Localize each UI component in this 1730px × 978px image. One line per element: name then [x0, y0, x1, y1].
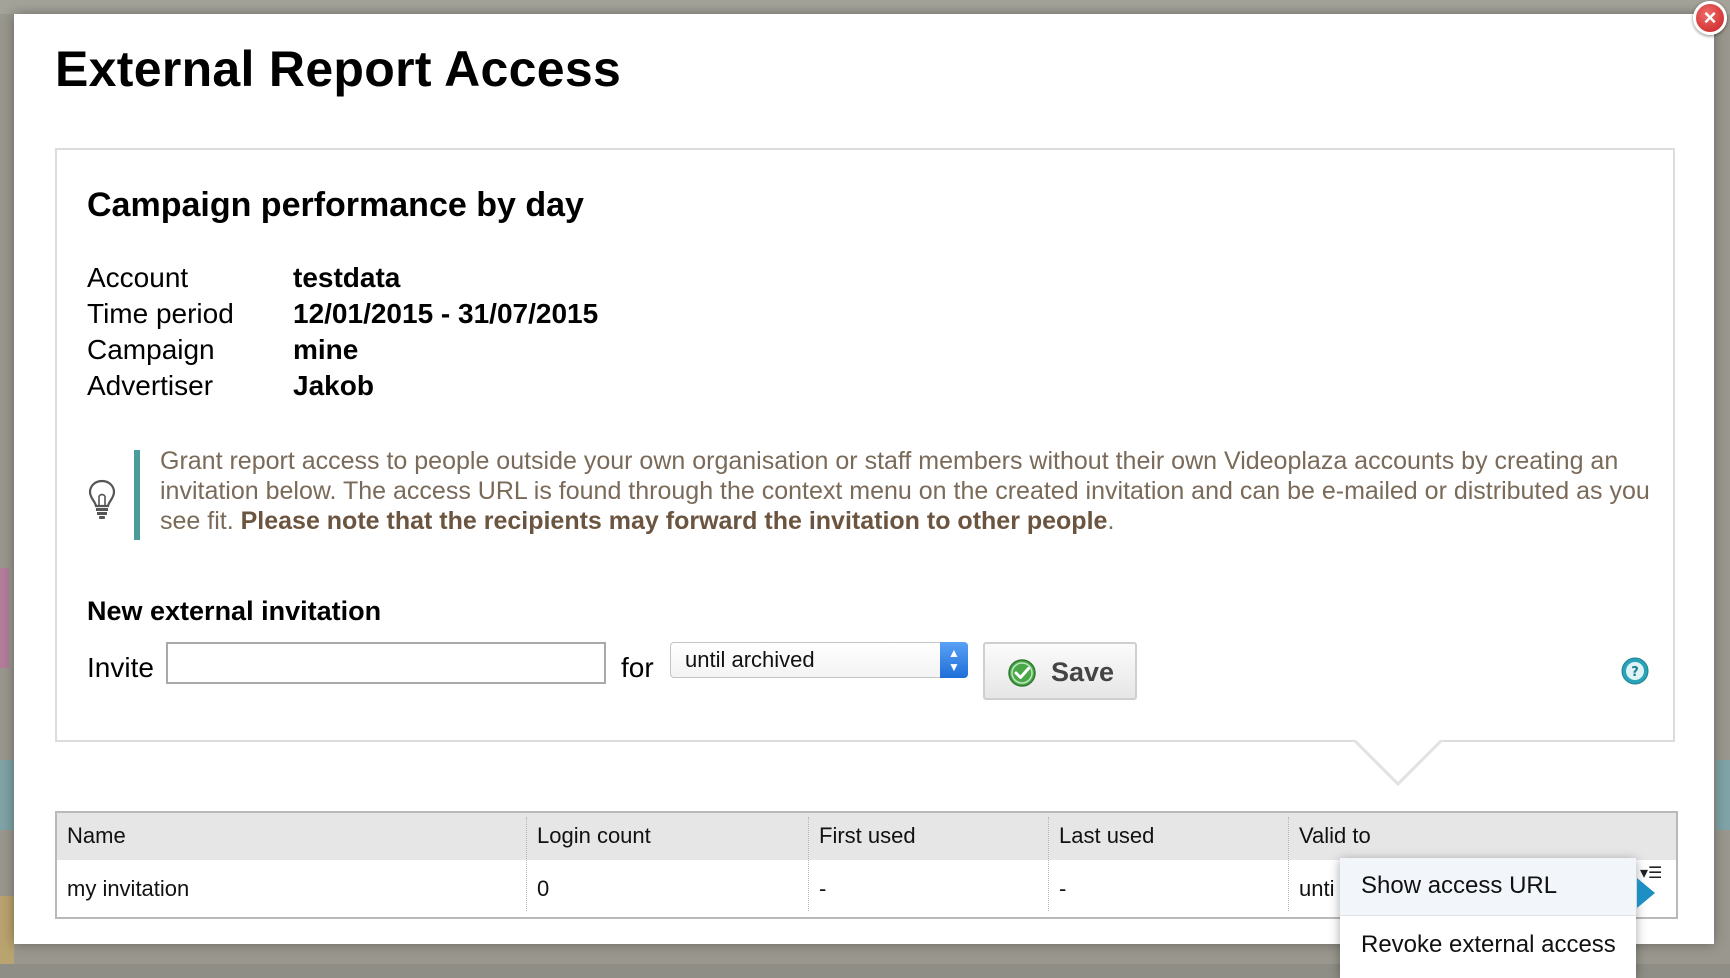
context-menu: Show access URL Revoke external access: [1340, 858, 1636, 978]
help-icon[interactable]: ?: [1620, 656, 1650, 686]
info-emphasis: Please note that the recipients may forw…: [241, 507, 1108, 535]
meta-label: Advertiser: [87, 368, 293, 404]
cell-last-used: -: [1049, 860, 1287, 917]
menu-item-show-access-url[interactable]: Show access URL: [1340, 858, 1636, 916]
background-strip: [0, 0, 1730, 14]
save-label: Save: [1051, 657, 1114, 688]
lightbulb-icon: [87, 478, 117, 520]
meta-label: Campaign: [87, 332, 293, 368]
new-invitation-title: New external invitation: [87, 596, 381, 627]
meta-row-time-period: Time period 12/01/2015 - 31/07/2015: [87, 296, 598, 332]
background-accent: [0, 760, 14, 830]
column-header-last-used[interactable]: Last used: [1049, 813, 1287, 860]
column-header-valid-to[interactable]: Valid to: [1289, 813, 1669, 860]
duration-selected-value: until archived: [685, 647, 815, 672]
report-meta: Account testdata Time period 12/01/2015 …: [87, 260, 598, 404]
menu-item-revoke-external-access[interactable]: Revoke external access: [1340, 917, 1636, 975]
for-label: for: [621, 652, 654, 684]
info-suffix: .: [1107, 507, 1114, 535]
select-arrows-icon: ▲▼: [940, 642, 968, 678]
duration-select[interactable]: until archived ▲▼: [670, 642, 968, 678]
invite-input[interactable]: [166, 642, 606, 684]
meta-value: mine: [293, 332, 358, 368]
column-header-first-used[interactable]: First used: [809, 813, 1047, 860]
meta-value: Jakob: [293, 368, 374, 404]
meta-row-campaign: Campaign mine: [87, 332, 598, 368]
info-accent-bar: [134, 450, 140, 540]
dialog-title: External Report Access: [55, 40, 621, 98]
meta-label: Account: [87, 260, 293, 296]
close-icon[interactable]: ×: [1693, 1, 1727, 35]
background-accent: [0, 568, 9, 668]
check-circle-icon: [1007, 658, 1037, 688]
meta-value: 12/01/2015 - 31/07/2015: [293, 296, 598, 332]
report-title: Campaign performance by day: [87, 186, 584, 225]
meta-row-advertiser: Advertiser Jakob: [87, 368, 598, 404]
save-button[interactable]: Save: [983, 642, 1137, 700]
new-invitation-form: Invite for until archived ▲▼ Save: [87, 640, 1647, 700]
report-summary-panel: Campaign performance by day Account test…: [55, 148, 1675, 742]
column-header-name[interactable]: Name: [57, 813, 525, 860]
external-report-access-dialog: External Report Access Campaign performa…: [14, 14, 1714, 944]
background-accent: [0, 896, 14, 964]
meta-row-account: Account testdata: [87, 260, 598, 296]
invite-label: Invite: [87, 652, 154, 684]
svg-text:?: ?: [1631, 665, 1639, 680]
info-callout: Grant report access to people outside yo…: [87, 450, 1647, 542]
context-menu-pointer: [1637, 878, 1655, 908]
cell-name[interactable]: my invitation: [57, 860, 525, 917]
column-header-login-count[interactable]: Login count: [527, 813, 807, 860]
background-accent: [1716, 760, 1730, 830]
panel-pointer: [1352, 740, 1444, 788]
cell-login-count: 0: [527, 860, 807, 917]
meta-label: Time period: [87, 296, 293, 332]
meta-value: testdata: [293, 260, 400, 296]
info-text: Grant report access to people outside yo…: [160, 446, 1650, 536]
cell-first-used: -: [809, 860, 1047, 917]
